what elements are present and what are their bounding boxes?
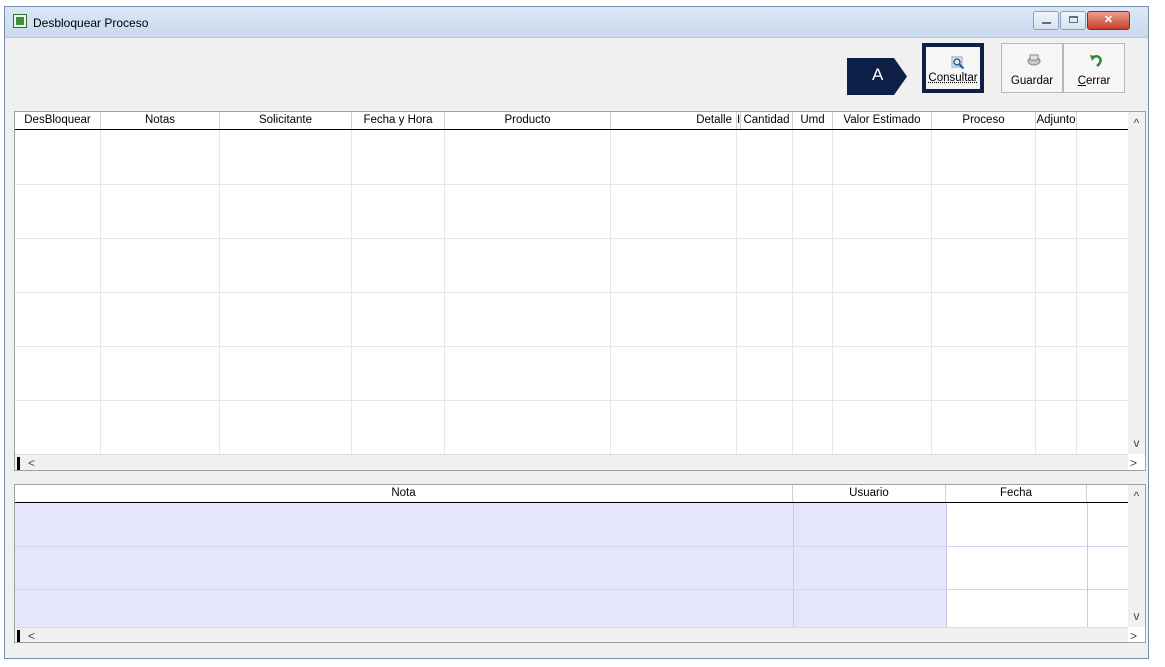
scroll-up-arrow[interactable]: ^ [1128,489,1145,503]
grid-line [15,238,1128,239]
grid-line [15,589,1128,590]
col-header-adjunto[interactable]: Adjunto [1036,112,1077,129]
scroll-left-arrow[interactable]: < [23,456,40,470]
col-header-solicitante[interactable]: Solicitante [220,112,352,129]
col-header-fecha[interactable]: Fecha [946,485,1087,502]
col-header-usuario[interactable]: Usuario [793,485,946,502]
cerrar-button[interactable]: Cerrar [1063,43,1125,93]
col-header-cantidad[interactable]: Cantidad [741,112,793,129]
save-icon [1027,54,1041,66]
app-icon [13,14,27,28]
consultar-button[interactable]: Consultar [922,43,984,93]
col-header-proceso[interactable]: Proceso [932,112,1036,129]
scroll-left-arrow[interactable]: < [23,629,40,642]
horizontal-scrollbar[interactable]: < > [15,454,1137,470]
grid-line [15,346,1128,347]
scroll-thumb[interactable] [17,630,20,642]
window-title: Desbloquear Proceso [33,16,149,30]
consultar-label: Consultar [928,72,978,84]
vertical-scrollbar[interactable]: ^ v [1128,485,1145,627]
col-header-valor-estimado[interactable]: Valor Estimado [833,112,932,129]
col-header-nota[interactable]: Nota [15,485,793,502]
close-icon: ✕ [1103,14,1114,26]
grid-line [946,503,947,627]
minimize-icon [1042,22,1051,24]
header-divider [15,129,1129,130]
col-header-producto[interactable]: Producto [445,112,611,129]
grid-line [1087,503,1088,627]
vertical-scrollbar[interactable]: ^ v [1128,112,1145,454]
callout-label: A [872,65,884,84]
close-window-button[interactable]: ✕ [1087,11,1130,30]
guardar-label: Guardar [1010,75,1054,87]
grid-line [15,400,1128,401]
col-header-fecha-hora[interactable]: Fecha y Hora [352,112,445,129]
scroll-up-arrow[interactable]: ^ [1128,116,1145,130]
scroll-down-arrow[interactable]: v [1128,609,1145,623]
notes-rows-area[interactable] [15,503,946,627]
col-header-umd[interactable]: Umd [793,112,833,129]
scroll-right-arrow[interactable]: > [1125,629,1142,642]
undo-arrow-icon [1090,55,1102,67]
process-grid[interactable]: DesBloquear Notas Solicitante Fecha y Ho… [14,111,1146,471]
scroll-down-arrow[interactable]: v [1128,436,1145,450]
col-header-detalle[interactable]: Detalle [611,112,737,129]
scroll-right-arrow[interactable]: > [1125,456,1142,470]
cerrar-label: Cerrar [1077,75,1111,87]
horizontal-scrollbar[interactable]: < > [15,627,1137,642]
maximize-button[interactable] [1060,11,1086,30]
grid-line [15,292,1128,293]
grid-line [793,503,794,627]
maximize-icon [1069,16,1078,23]
title-bar: Desbloquear Proceso ✕ [5,7,1148,38]
notes-grid[interactable]: Nota Usuario Fecha ^ v < > [14,484,1146,643]
cerrar-mnemonic: C [1077,75,1087,87]
magnifier-icon [951,56,965,70]
grid-line [15,184,1128,185]
guardar-button[interactable]: Guardar [1001,43,1063,93]
col-header-notas[interactable]: Notas [101,112,220,129]
minimize-button[interactable] [1033,11,1059,30]
col-header-desbloquear[interactable]: DesBloquear [15,112,101,129]
grid-line [15,546,1128,547]
scroll-thumb[interactable] [17,457,20,470]
